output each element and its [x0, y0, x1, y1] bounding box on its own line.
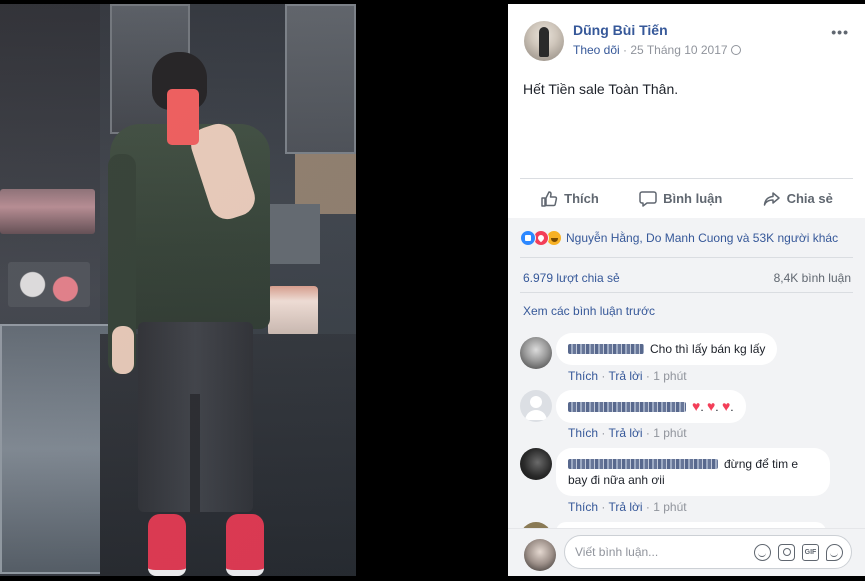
heart-emoji-icon: ♥ — [692, 398, 701, 414]
comment-time: 1 phút — [653, 426, 687, 440]
comment-like-link[interactable]: Thích — [568, 500, 598, 514]
comment-icon — [639, 190, 657, 207]
comment-count[interactable]: 8,4K bình luận — [774, 271, 851, 285]
comment-bubble: đừng để tim e bay đi nữa anh ơii — [556, 448, 830, 496]
commenter-avatar[interactable] — [520, 448, 552, 480]
camera-icon[interactable] — [778, 544, 795, 561]
comment-reply-link[interactable]: Trả lời — [608, 500, 642, 514]
comment-button[interactable]: Bình luận — [639, 190, 722, 208]
comment-reply-link[interactable]: Trả lời — [608, 426, 642, 440]
divider — [520, 292, 853, 293]
comment-item: Cho thì lấy bán kg lấy Thích · Trả lời ·… — [520, 333, 855, 383]
author-name[interactable]: Dũng Bùi Tiến — [573, 22, 668, 38]
comment-item: đừng để tim e bay đi nữa anh ơii Thích ·… — [520, 448, 855, 514]
like-reaction-icon — [520, 230, 536, 246]
current-user-avatar — [524, 539, 556, 571]
reactions-text: Nguyễn Hằng, Do Manh Cuong và 53K người … — [566, 231, 839, 245]
post-text: Hết Tiền sale Toàn Thân. — [523, 81, 679, 97]
post-meta: Theo dõi · 25 Tháng 10 2017 — [573, 43, 741, 57]
like-button[interactable]: Thích — [540, 190, 599, 208]
comment-bubble: ♥. ♥. ♥. — [556, 390, 746, 423]
comment-text: . — [730, 400, 734, 414]
commenter-name[interactable] — [568, 402, 686, 412]
action-bar: Thích Bình luận Chia sẻ — [520, 178, 853, 218]
commenter-name[interactable] — [568, 459, 718, 469]
comment-input[interactable]: Viết bình luận... GIF — [564, 535, 852, 569]
default-avatar-icon — [525, 396, 547, 420]
share-label: Chia sẻ — [786, 191, 833, 206]
comment-item: ♥. ♥. ♥. Thích · Trả lời · 1 phút — [520, 390, 855, 440]
post-photo[interactable] — [0, 4, 356, 576]
comment-input-placeholder: Viết bình luận... — [575, 545, 659, 559]
author-avatar[interactable] — [524, 21, 564, 61]
divider — [520, 257, 853, 258]
comment-text: Cho thì lấy bán kg lấy — [650, 342, 766, 356]
share-icon — [763, 191, 780, 206]
gif-icon[interactable]: GIF — [802, 544, 819, 561]
commenter-name[interactable] — [568, 344, 644, 354]
thumbs-up-icon — [541, 190, 558, 207]
comment-time: 1 phút — [653, 369, 687, 383]
follow-link[interactable]: Theo dõi — [573, 43, 620, 57]
photo-warm-filter — [0, 4, 356, 576]
emoji-icon[interactable] — [754, 544, 771, 561]
comment-meta: Thích · Trả lời · 1 phút — [568, 369, 687, 383]
comment-meta: Thích · Trả lời · 1 phút — [568, 426, 687, 440]
comment-like-link[interactable]: Thích — [568, 369, 598, 383]
reactions-summary[interactable]: Nguyễn Hằng, Do Manh Cuong và 53K người … — [520, 230, 838, 246]
commenter-avatar[interactable] — [520, 337, 552, 369]
like-label: Thích — [564, 191, 599, 206]
comment-bubble: Cho thì lấy bán kg lấy — [556, 333, 778, 365]
comment-text-line-1: đừng để tim e — [724, 457, 799, 471]
meta-separator: · — [619, 43, 631, 57]
comment-reply-link[interactable]: Trả lời — [608, 369, 642, 383]
share-count[interactable]: 6.979 lượt chia sẻ — [523, 271, 620, 285]
sticker-icon[interactable] — [826, 544, 843, 561]
heart-emoji-icon: ♥ — [706, 398, 716, 414]
comment-like-link[interactable]: Thích — [568, 426, 598, 440]
commenter-avatar[interactable] — [520, 390, 552, 422]
globe-icon — [730, 45, 741, 55]
comment-composer: Viết bình luận... GIF — [508, 528, 865, 576]
comment-label: Bình luận — [663, 191, 723, 206]
comment-time: 1 phút — [653, 500, 687, 514]
comment-text-line-2: bay đi nữa anh ơii — [568, 473, 665, 487]
more-options-icon[interactable]: ••• — [831, 24, 849, 40]
post-date[interactable]: 25 Tháng 10 2017 — [630, 43, 727, 57]
comments-area: Nguyễn Hằng, Do Manh Cuong và 53K người … — [508, 218, 865, 576]
post-panel: Dũng Bùi Tiến Theo dõi · 25 Tháng 10 201… — [508, 4, 865, 576]
comment-meta: Thích · Trả lời · 1 phút — [568, 500, 687, 514]
view-previous-comments[interactable]: Xem các bình luận trước — [523, 304, 655, 318]
photo-viewer — [0, 0, 508, 581]
composer-icons: GIF — [754, 544, 843, 561]
share-button[interactable]: Chia sẻ — [763, 190, 833, 208]
